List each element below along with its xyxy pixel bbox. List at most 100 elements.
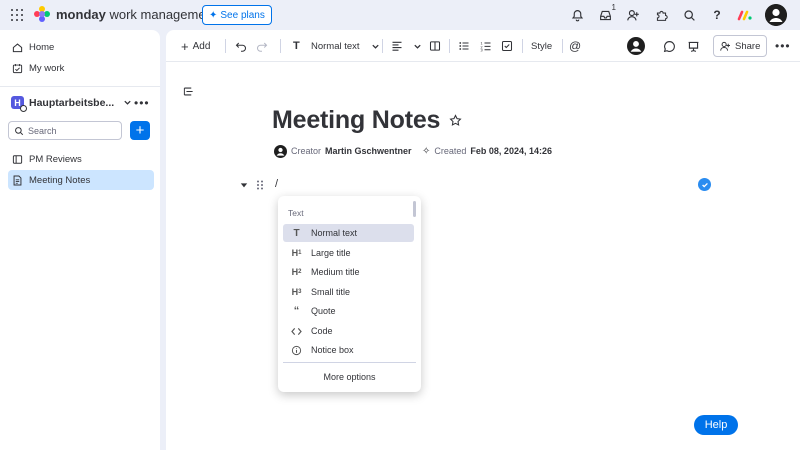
created-meta: ✧ Created Feb 08, 2024, 14:26 (422, 144, 552, 158)
layout-columns-icon[interactable] (429, 36, 441, 56)
sparkle-icon: ✦ (209, 9, 218, 21)
bell-icon[interactable] (563, 1, 591, 29)
menu-item-notice-box[interactable]: Notice box (283, 341, 414, 359)
slash-command-menu: Text T Normal text H1 Large title H2 Med… (278, 196, 421, 392)
present-icon[interactable] (687, 36, 700, 56)
menu-item-normal-text[interactable]: T Normal text (283, 224, 414, 242)
text-type-icon: T (293, 40, 300, 52)
menu-item-label: Normal text (311, 228, 358, 238)
creator-label: Creator (291, 146, 322, 156)
toolbar-separator (449, 39, 450, 53)
menu-item-medium-title[interactable]: H2 Medium title (283, 263, 414, 281)
comments-icon[interactable] (663, 36, 676, 56)
see-plans-label: See plans (220, 9, 265, 21)
toolbar-separator (382, 39, 383, 53)
chevron-down-icon (371, 44, 379, 49)
menu-item-small-title[interactable]: H3 Small title (283, 283, 414, 301)
more-options-button[interactable]: More options (278, 372, 421, 382)
quote-icon: “ (293, 305, 300, 317)
toolbar-separator (225, 39, 226, 53)
page-title[interactable]: Meeting Notes (272, 106, 440, 135)
heading-3-icon: H3 (291, 287, 302, 297)
workspace-selector[interactable]: H Hauptarbeitsbe... (11, 96, 132, 112)
apps-puzzle-icon[interactable] (647, 1, 675, 29)
check-circle-icon[interactable] (698, 178, 711, 191)
search-icon[interactable] (675, 1, 703, 29)
sidebar-item-pm-reviews[interactable]: PM Reviews (8, 149, 154, 169)
align-left-icon (392, 41, 402, 51)
menu-item-quote[interactable]: “ Quote (283, 302, 414, 320)
search-placeholder: Search (28, 125, 57, 136)
editor-input-slash[interactable]: / (275, 178, 278, 190)
bullet-list-icon[interactable] (458, 36, 470, 56)
drag-handle-icon[interactable] (256, 180, 264, 190)
heading-1-icon: H1 (291, 248, 302, 258)
brand-name: monday work management (56, 7, 216, 22)
collaborator-avatar[interactable] (627, 36, 645, 56)
share-button[interactable]: Share (713, 35, 768, 57)
sidebar-home-label: Home (29, 41, 55, 53)
toolbar-separator (562, 39, 563, 53)
sidebar-search-input[interactable]: Search (8, 121, 122, 140)
menu-item-code[interactable]: Code (283, 322, 414, 340)
more-options-icon[interactable]: ••• (775, 36, 791, 56)
menu-item-label: Medium title (311, 267, 360, 277)
style-button[interactable]: Style (531, 36, 552, 56)
sidebar-item-home[interactable]: Home (8, 37, 154, 57)
mention-icon[interactable]: @ (569, 36, 581, 56)
sidebar-item-meeting-notes[interactable]: Meeting Notes (8, 170, 154, 190)
menu-item-label: Small title (311, 287, 351, 297)
monday-logo-icon (34, 6, 50, 22)
inbox-icon[interactable]: 1 (591, 1, 619, 29)
text-style-label: Normal text (311, 40, 360, 52)
star-icon[interactable] (449, 114, 462, 130)
toolbar-separator (280, 39, 281, 53)
collapse-caret-icon[interactable] (240, 181, 248, 189)
workspace-name: Hauptarbeitsbe... (29, 96, 115, 109)
help-question-icon[interactable]: ? (703, 1, 731, 29)
sidebar-my-work-label: My work (29, 62, 65, 74)
workspace-icon: H (11, 96, 27, 112)
created-date: Feb 08, 2024, 14:26 (470, 146, 552, 156)
plus-icon: + (181, 38, 189, 54)
style-label: Style (531, 40, 553, 52)
align-dropdown[interactable] (391, 36, 422, 56)
block-controls (240, 180, 264, 190)
menu-item-label: Large title (311, 248, 351, 258)
menu-divider (283, 362, 416, 363)
menu-item-label: Notice box (311, 345, 354, 355)
text-style-dropdown[interactable]: T Normal text (293, 36, 380, 56)
outline-toggle-icon[interactable] (183, 85, 194, 100)
info-icon (290, 345, 303, 356)
home-icon (12, 42, 23, 52)
menu-scrollbar[interactable] (413, 201, 416, 217)
doc-toolbar: + Add T Normal text 123 Style @ Share ••… (166, 30, 800, 62)
sidebar-item-label: PM Reviews (29, 153, 82, 165)
brand-name-bold: monday (56, 6, 106, 22)
workspace-more-icon[interactable]: ••• (134, 96, 150, 110)
invite-members-icon[interactable] (619, 1, 647, 29)
share-user-icon (720, 41, 730, 51)
monday-products-icon[interactable] (731, 1, 759, 29)
menu-item-large-title[interactable]: H1 Large title (283, 244, 414, 262)
brand[interactable]: monday work management (34, 6, 216, 22)
created-label: Created (434, 146, 467, 156)
calendar-check-icon (12, 63, 23, 73)
help-button[interactable]: Help (694, 415, 738, 435)
undo-icon[interactable] (235, 36, 247, 56)
checklist-icon[interactable] (501, 36, 513, 56)
heading-2-icon: H2 (291, 267, 302, 277)
app-grid-icon[interactable] (11, 9, 23, 21)
see-plans-button[interactable]: ✦ See plans (202, 5, 272, 25)
user-avatar[interactable] (765, 4, 787, 26)
add-item-button[interactable]: + (130, 121, 150, 140)
share-label: Share (735, 40, 761, 52)
search-icon (15, 126, 24, 135)
text-type-icon: T (293, 227, 300, 239)
numbered-list-icon[interactable]: 123 (480, 36, 492, 56)
sidebar-item-my-work[interactable]: My work (8, 58, 154, 78)
top-bar: monday work management ✦ See plans 1 ? (0, 0, 800, 30)
add-block-button[interactable]: + Add (181, 36, 210, 56)
creator-avatar (274, 144, 287, 158)
redo-icon[interactable] (256, 36, 268, 56)
